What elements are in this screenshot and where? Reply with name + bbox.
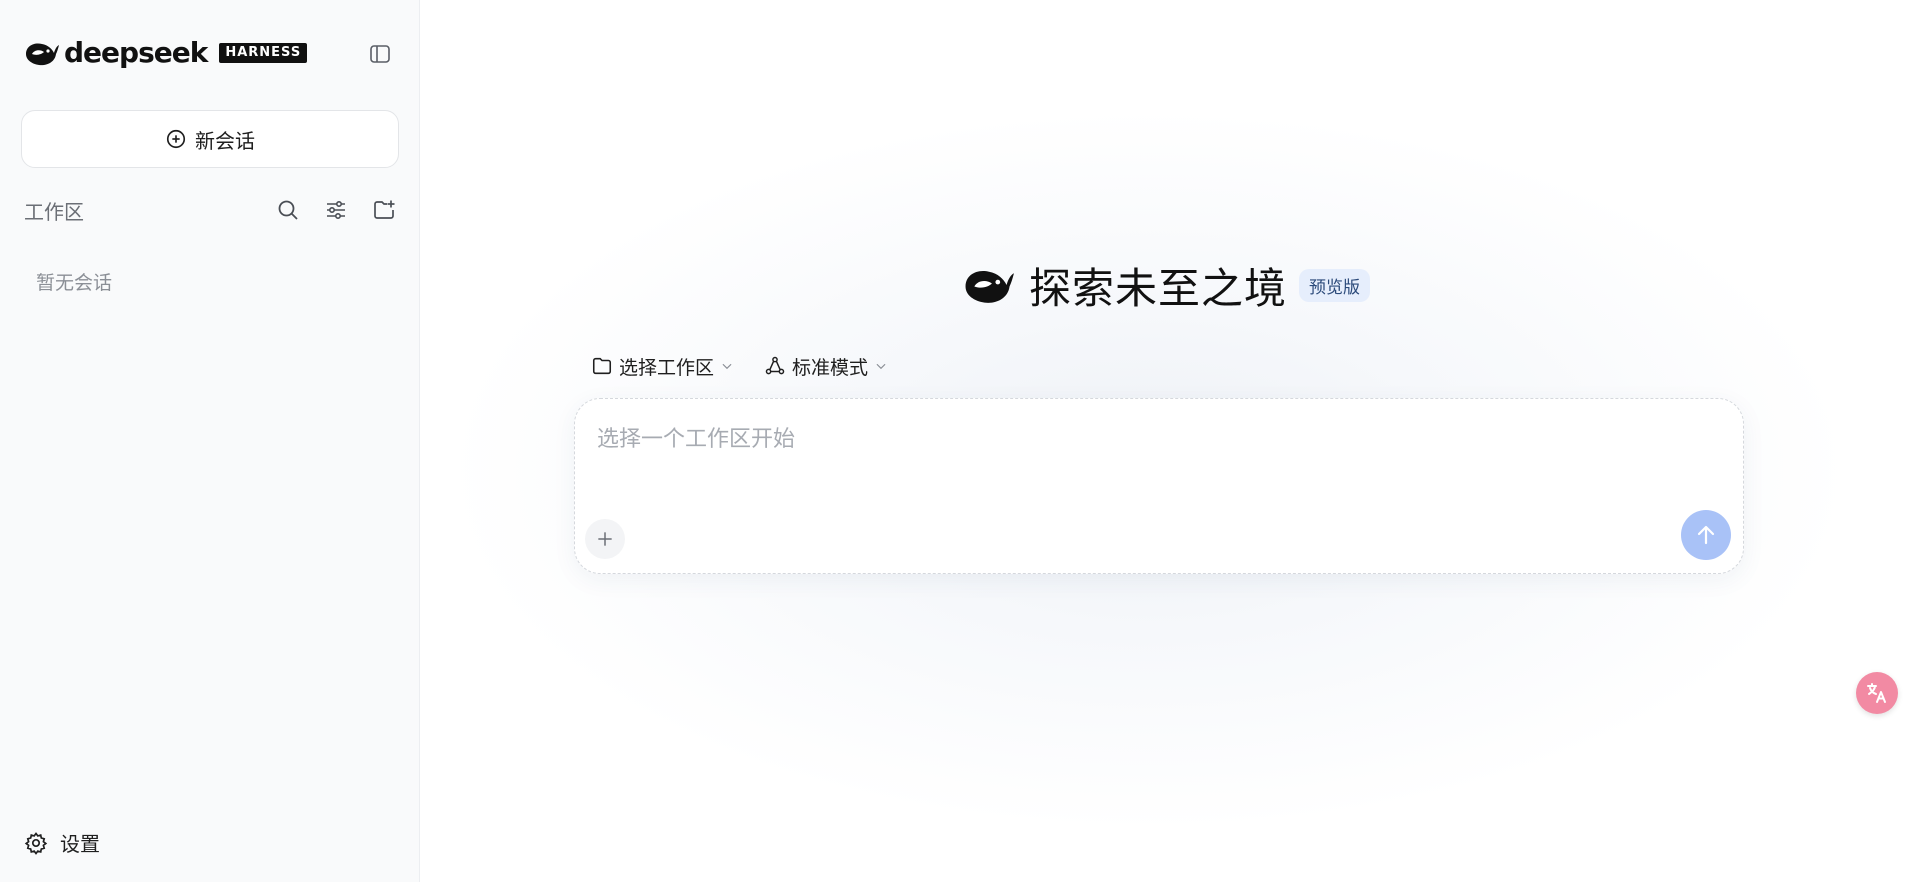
workspace-title: 工作区 [24,199,84,224]
brand-logo[interactable]: deepseek HARNESS [24,36,308,69]
filter-button[interactable] [322,196,350,224]
send-button[interactable] [1681,510,1731,560]
main-panel: 探索未至之境 预览版 选择工作区 标准模式 [421,0,1908,882]
chevron-down-icon [876,363,886,370]
translate-icon [1867,683,1886,703]
search-button[interactable] [274,196,302,224]
search-icon [278,200,298,220]
new-chat-label: 新会话 [195,128,255,153]
mode-icon [765,356,785,375]
preview-badge: 预览版 [1299,268,1371,302]
whale-logo-icon [26,43,59,66]
hero-title: 探索未至之境 [1029,263,1288,313]
new-chat-button[interactable]: 新会话 [21,110,399,168]
whale-logo-icon [965,271,1014,303]
composer-selectors: 选择工作区 标准模式 [591,352,888,380]
composer [574,398,1744,574]
empty-sessions-text: 暂无会话 [36,272,113,294]
sidebar-toggle-icon [370,45,390,63]
message-input[interactable] [597,419,1717,459]
plus-circle-icon [166,129,186,149]
gear-icon [24,831,48,855]
mode-selector[interactable]: 标准模式 [764,353,888,380]
folder-icon [592,357,612,375]
brand-badge: HARNESS [219,43,308,63]
workspace-selector[interactable]: 选择工作区 [591,353,734,380]
sliders-icon [327,200,345,220]
arrow-up-icon [1697,525,1715,545]
plus-icon [598,532,612,546]
mode-selector-label: 标准模式 [792,356,869,379]
sidebar-toggle-button[interactable] [366,40,394,68]
sidebar: deepseek HARNESS 新会话 工作区 暂无会话 设置 [0,0,420,882]
workspace-selector-label: 选择工作区 [619,356,715,379]
folder-plus-icon [374,200,395,219]
settings-button[interactable]: 设置 [24,828,100,857]
add-workspace-button[interactable] [370,196,398,224]
brand-wordmark: deepseek [64,36,208,69]
chevron-down-icon [722,363,732,370]
settings-label: 设置 [60,832,100,856]
translate-button[interactable] [1856,672,1898,714]
workspace-header: 工作区 [24,196,398,224]
attach-button[interactable] [585,519,625,559]
hero: 探索未至之境 预览版 [961,258,1371,313]
